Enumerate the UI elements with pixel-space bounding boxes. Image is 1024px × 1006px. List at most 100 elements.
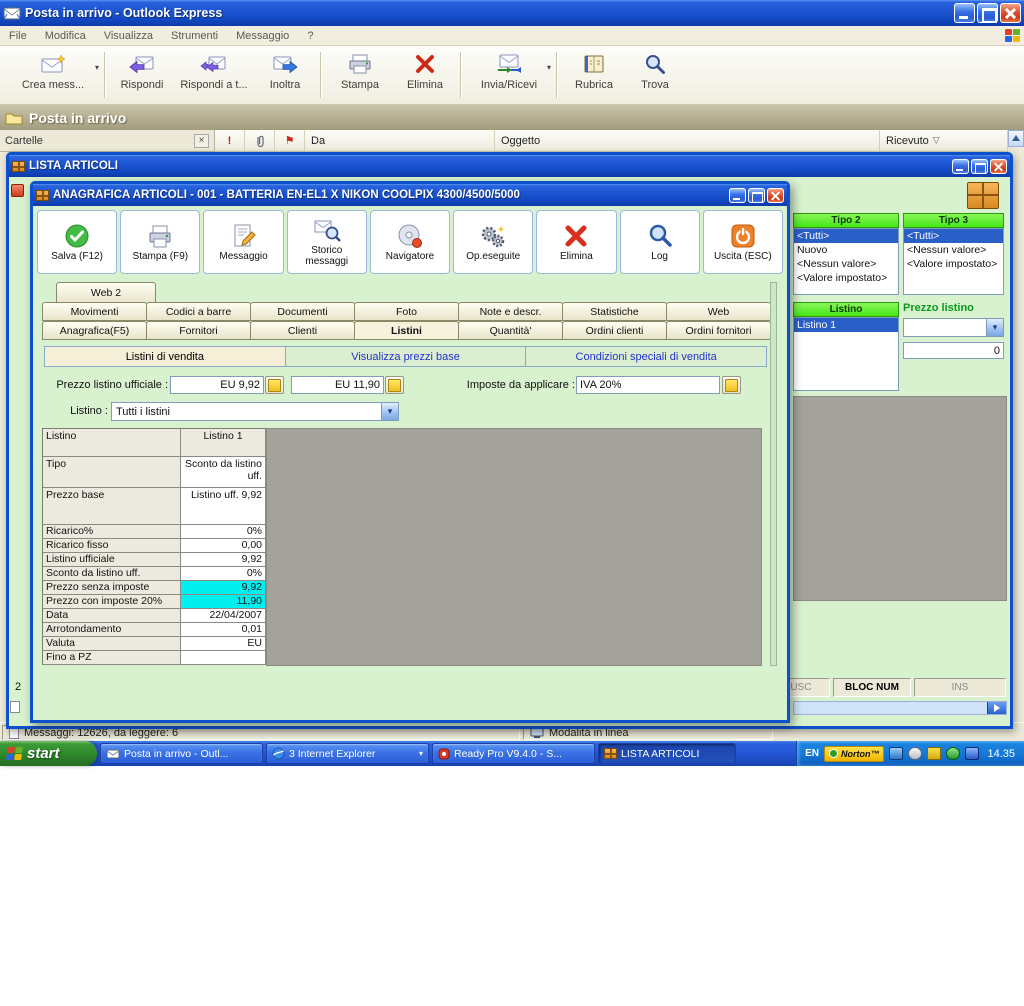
inner-tab-condizioni-speciali[interactable]: Condizioni speciali di vendita xyxy=(526,347,767,366)
message-history-button[interactable]: Storico messaggi xyxy=(286,210,367,274)
tab-movimenti[interactable]: Movimenti xyxy=(42,302,147,321)
maximize-button[interactable] xyxy=(977,3,998,23)
prezzo-2-note-button[interactable] xyxy=(385,376,404,394)
column-from[interactable]: Da xyxy=(305,130,495,151)
tray-security-icon[interactable] xyxy=(927,747,942,760)
dialog-titlebar[interactable]: ANAGRAFICA ARTICOLI - 001 - BATTERIA EN-… xyxy=(33,184,787,206)
prezzo-listino-combo[interactable]: ▾ xyxy=(903,318,1004,337)
list-item[interactable]: Listino 1 xyxy=(794,318,898,332)
row-value[interactable]: 0,01 xyxy=(181,623,266,637)
language-indicator[interactable]: EN xyxy=(805,748,819,759)
inner-tab-listini-di-vendita[interactable]: Listini di vendita xyxy=(45,347,286,366)
chevron-down-icon[interactable]: ▾ xyxy=(986,319,1003,336)
row-value[interactable]: Sconto da listino uff. xyxy=(181,457,266,488)
list-item[interactable]: Nuovo xyxy=(794,243,898,257)
tab-codici-a-barre[interactable]: Codici a barre xyxy=(146,302,251,321)
menu-messaggio[interactable]: Messaggio xyxy=(227,30,298,42)
operations-button[interactable]: Op.eseguite xyxy=(453,210,534,274)
maximize-button[interactable] xyxy=(971,158,988,174)
row-value[interactable] xyxy=(181,651,266,665)
menu-modifica[interactable]: Modifica xyxy=(36,30,95,42)
tray-network-icon[interactable] xyxy=(889,747,904,760)
new-message-button[interactable]: Crea mess... ▾ xyxy=(6,51,100,101)
menu-strumenti[interactable]: Strumenti xyxy=(162,30,227,42)
navigator-button[interactable]: Navigatore xyxy=(369,210,451,274)
list-item[interactable]: <Tutti> xyxy=(904,229,1003,243)
tab-ordini-clienti[interactable]: Ordini clienti xyxy=(562,321,667,340)
close-button[interactable] xyxy=(990,158,1007,174)
tab-anagrafica[interactable]: Anagrafica(F5) xyxy=(42,321,147,340)
taskbar-item-lista-articoli[interactable]: LISTA ARTICOLI xyxy=(598,743,736,764)
close-button[interactable] xyxy=(1000,3,1021,23)
oe-titlebar[interactable]: Posta in arrivo - Outlook Express xyxy=(0,0,1024,26)
lista-titlebar[interactable]: LISTA ARTICOLI xyxy=(9,155,1010,177)
prezzo-listino-field[interactable]: 0 xyxy=(903,342,1004,359)
row-value[interactable]: 0% xyxy=(181,525,266,539)
taskbar-item-ready-pro[interactable]: Ready Pro V9.4.0 - S... xyxy=(432,743,595,764)
scrollbar-up-button[interactable] xyxy=(1008,130,1024,147)
list-item[interactable]: <Valore impostato> xyxy=(904,257,1003,271)
table-header-cell[interactable]: Listino xyxy=(43,429,181,457)
minimize-button[interactable] xyxy=(729,187,746,203)
list-item[interactable]: <Nessun valore> xyxy=(904,243,1003,257)
minimize-button[interactable] xyxy=(952,158,969,174)
message-button[interactable]: Messaggio xyxy=(203,210,284,274)
taskbar-item-internet-explorer-group[interactable]: 3 Internet Explorer ▾ xyxy=(266,743,429,764)
row-value[interactable]: 0% xyxy=(181,567,266,581)
tray-update-icon[interactable] xyxy=(946,747,961,760)
row-value[interactable]: EU xyxy=(181,637,266,651)
chevron-down-icon[interactable]: ▾ xyxy=(419,749,423,758)
taskbar-item-outlook[interactable]: Posta in arrivo - Outl... xyxy=(100,743,263,764)
list-item[interactable]: <Nessun valore> xyxy=(794,257,898,271)
minimize-button[interactable] xyxy=(954,3,975,23)
column-flag[interactable]: ⚑ xyxy=(275,130,305,151)
column-priority[interactable]: ! xyxy=(215,130,245,151)
tab-documenti[interactable]: Documenti xyxy=(250,302,355,321)
chevron-down-icon[interactable]: ▾ xyxy=(381,403,398,420)
tray-display-icon[interactable] xyxy=(965,747,980,760)
reply-all-button[interactable]: Rispondi a t... xyxy=(174,51,254,101)
tab-statistiche[interactable]: Statistiche xyxy=(562,302,667,321)
norton-badge[interactable]: Norton™ xyxy=(823,745,885,762)
send-receive-button[interactable]: Invia/Ricevi ▾ xyxy=(466,51,552,101)
inner-tab-visualizza-prezzi-base[interactable]: Visualizza prezzi base xyxy=(285,347,527,366)
tray-volume-icon[interactable] xyxy=(908,747,923,760)
prezzo-listino-2-field[interactable]: EU 11,90 xyxy=(291,376,384,394)
tab-clienti[interactable]: Clienti xyxy=(250,321,355,340)
tab-fornitori[interactable]: Fornitori xyxy=(146,321,251,340)
list-item[interactable]: <Tutti> xyxy=(794,229,898,243)
maximize-button[interactable] xyxy=(748,187,765,203)
address-book-button[interactable]: Rubrica xyxy=(562,51,626,101)
chevron-down-icon[interactable]: ▾ xyxy=(547,63,551,72)
tab-note-e-descr[interactable]: Note e descr. xyxy=(458,302,563,321)
print-button[interactable]: Stampa (F9) xyxy=(120,210,201,274)
close-pane-icon[interactable]: × xyxy=(194,133,209,148)
log-button[interactable]: Log xyxy=(619,210,700,274)
exit-button[interactable]: Uscita (ESC) xyxy=(702,210,783,274)
column-attachment[interactable] xyxy=(245,130,275,151)
scroll-right-button[interactable] xyxy=(987,702,1006,714)
tab-ordini-fornitori[interactable]: Ordini fornitori xyxy=(666,321,771,340)
delete-button[interactable]: Elimina xyxy=(536,210,617,274)
menu-file[interactable]: File xyxy=(0,30,36,42)
column-subject[interactable]: Oggetto xyxy=(495,130,880,151)
print-button[interactable]: Stampa xyxy=(326,51,394,101)
column-received[interactable]: Ricevuto ▽ xyxy=(880,130,1008,151)
row-value-highlighted[interactable]: 9,92 xyxy=(181,581,266,595)
table-header-cell[interactable]: Listino 1 xyxy=(181,429,266,457)
prezzo-1-note-button[interactable] xyxy=(265,376,284,394)
forward-button[interactable]: Inoltra xyxy=(254,51,316,101)
delete-button[interactable]: Elimina xyxy=(394,51,456,101)
row-value-highlighted[interactable]: 11,90 xyxy=(181,595,266,609)
imposte-field[interactable]: IVA 20% xyxy=(576,376,720,394)
tab-quantita[interactable]: Quantità' xyxy=(458,321,563,340)
clock[interactable]: 14.35 xyxy=(984,748,1015,760)
row-value[interactable]: 0,00 xyxy=(181,539,266,553)
close-button[interactable] xyxy=(767,187,784,203)
row-value[interactable]: 9,92 xyxy=(181,553,266,567)
tab-web[interactable]: Web xyxy=(666,302,771,321)
row-value[interactable]: Listino uff. 9,92 xyxy=(181,488,266,525)
list-item[interactable]: <Valore impostato> xyxy=(794,271,898,285)
menu-visualizza[interactable]: Visualizza xyxy=(95,30,162,42)
imposte-note-button[interactable] xyxy=(722,376,741,394)
